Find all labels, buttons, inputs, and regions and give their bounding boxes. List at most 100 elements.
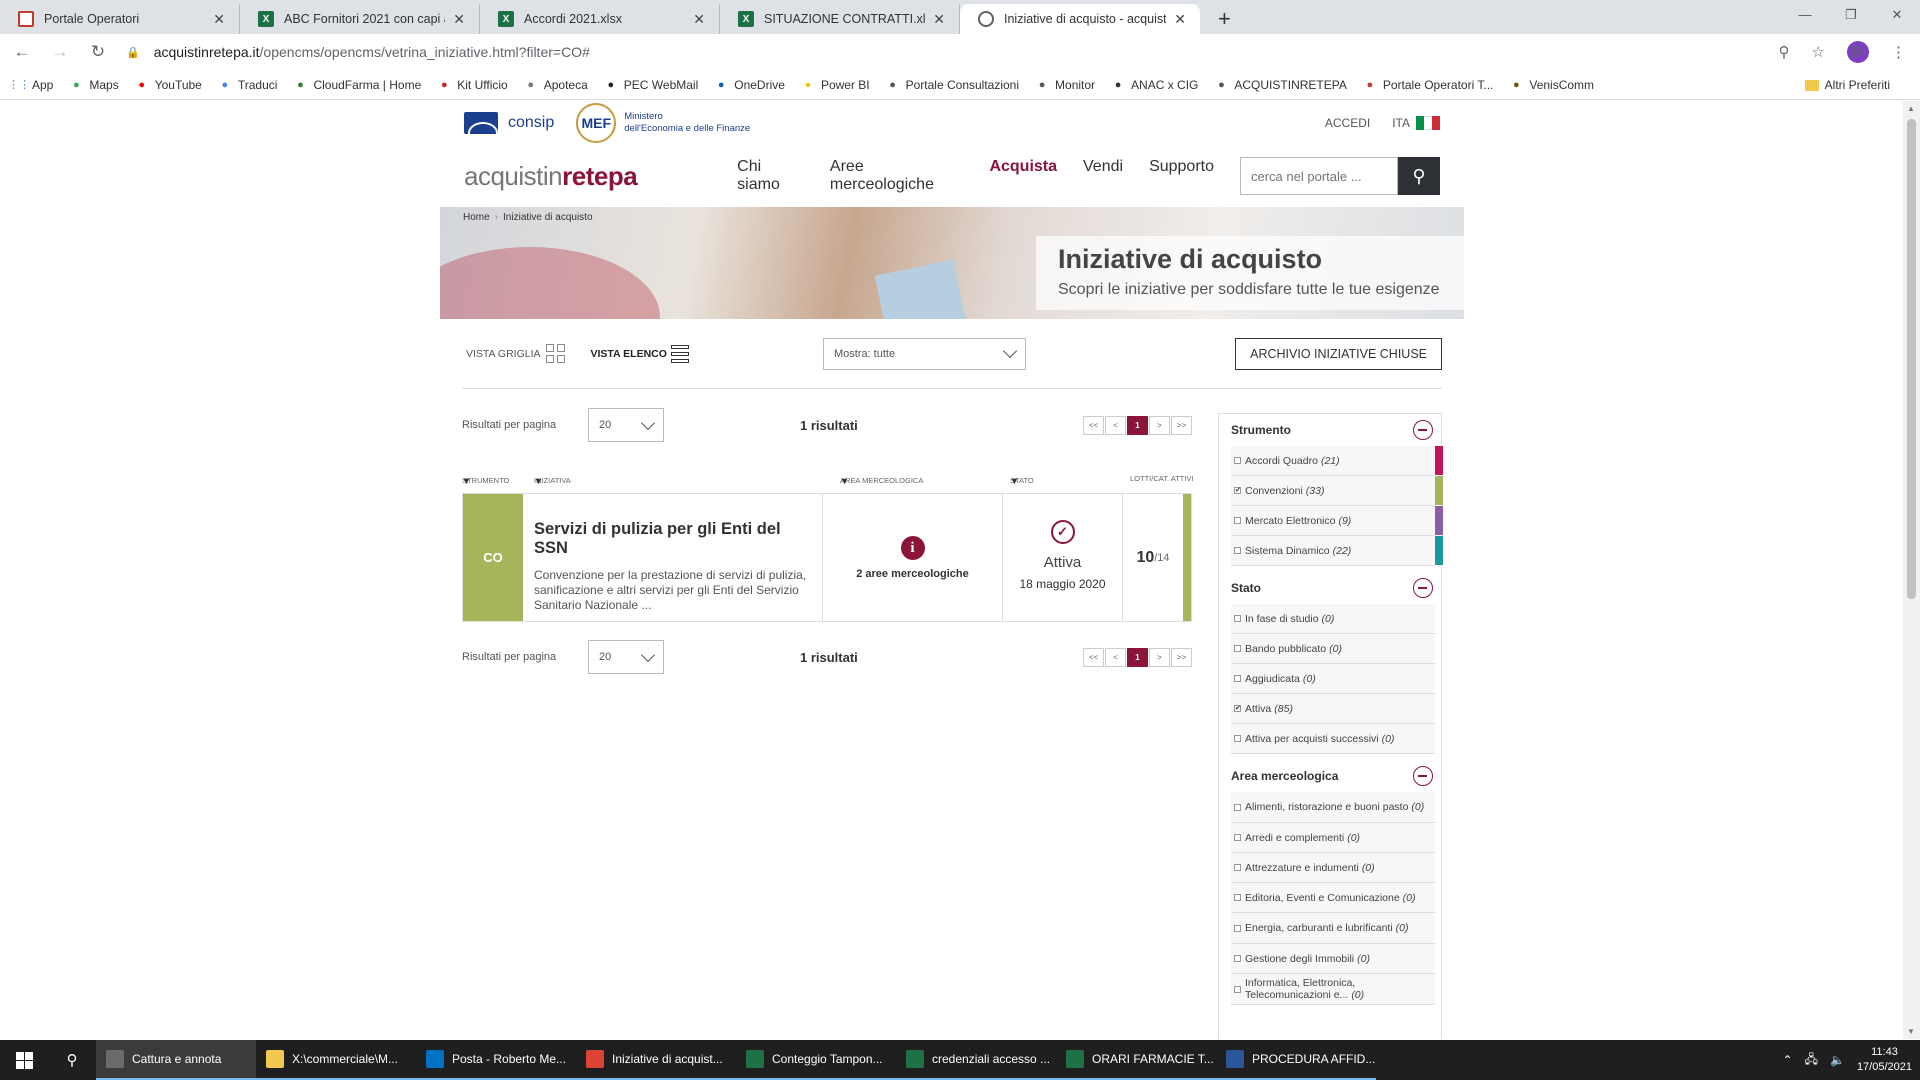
filter-option[interactable]: Arredi e complementi (0) (1231, 823, 1435, 853)
filter-checkbox[interactable] (1234, 457, 1241, 464)
pagination-button[interactable]: >> (1171, 647, 1192, 667)
bookmark-item[interactable]: ● CloudFarma | Home (293, 78, 421, 92)
filter-checkbox[interactable] (1234, 547, 1241, 554)
results-per-page-select[interactable]: 20 (588, 640, 664, 674)
filter-option[interactable]: Sistema Dinamico (22) (1231, 536, 1443, 566)
tray-expand-icon[interactable]: ⌃ (1783, 1053, 1793, 1067)
browser-tab[interactable]: Portale Operatori ✕ (0, 4, 240, 34)
collapse-icon[interactable] (1413, 578, 1433, 598)
bookmark-item[interactable]: ● Traduci (218, 78, 278, 92)
filter-section-stato[interactable]: Stato (1231, 572, 1433, 604)
filter-option[interactable]: ✔ Convenzioni (33) (1231, 476, 1443, 506)
bookmark-item[interactable]: ● PEC WebMail (604, 78, 698, 92)
filter-section-strumento[interactable]: Strumento (1231, 414, 1433, 446)
reload-button[interactable]: ↻ (82, 42, 114, 62)
taskbar-app[interactable]: credenziali accesso ... (896, 1040, 1056, 1080)
filter-option[interactable]: Energia, carburanti e lubrificanti (0) (1231, 913, 1435, 944)
pagination-button[interactable]: < (1105, 647, 1126, 667)
collapse-icon[interactable] (1413, 420, 1433, 440)
new-tab-button[interactable]: + (1210, 4, 1239, 34)
back-button[interactable]: ← (6, 42, 38, 62)
taskbar-app[interactable]: Conteggio Tampon... (736, 1040, 896, 1080)
bookmark-item[interactable]: ● ANAC x CIG (1111, 78, 1199, 92)
pagination-button[interactable]: << (1083, 647, 1104, 667)
browser-tab[interactable]: X ABC Fornitori 2021 con capi area ✕ (240, 4, 480, 34)
address-bar[interactable]: 🔒 acquistinretepa.it/opencms/opencms/vet… (126, 38, 1757, 66)
closed-initiatives-archive-button[interactable]: ARCHIVIO INIZIATIVE CHIUSE (1235, 337, 1442, 370)
filter-checkbox[interactable]: ✔ (1234, 705, 1241, 712)
nav-item[interactable]: Aree merceologiche (830, 158, 964, 194)
pagination-button[interactable]: 1 (1127, 647, 1148, 667)
breadcrumb-home[interactable]: Home (463, 212, 490, 223)
show-filter-select[interactable]: Mostra: tutte (822, 337, 1026, 370)
filter-checkbox[interactable] (1234, 985, 1241, 993)
browser-tab[interactable]: X SITUAZIONE CONTRATTI.xlsx ✕ (720, 4, 960, 34)
taskbar-app[interactable]: ORARI FARMACIE T... (1056, 1040, 1216, 1080)
filter-checkbox[interactable] (1234, 864, 1241, 871)
browser-tab[interactable]: X Accordi 2021.xlsx ✕ (480, 4, 720, 34)
filter-checkbox[interactable] (1234, 803, 1241, 811)
table-row[interactable]: CO Servizi di pulizia per gli Enti del S… (462, 493, 1192, 622)
initiative-title[interactable]: Servizi di pulizia per gli Enti del SSN (534, 520, 810, 558)
filter-option[interactable]: Mercato Elettronico (9) (1231, 506, 1443, 536)
bookmark-item[interactable]: ● OneDrive (714, 78, 785, 92)
bookmark-item[interactable]: ● Portale Operatori T... (1363, 78, 1494, 92)
filter-checkbox[interactable] (1234, 894, 1241, 901)
taskbar-app[interactable]: Cattura e annota (96, 1040, 256, 1080)
collapse-icon[interactable] (1413, 766, 1433, 786)
grid-view-toggle[interactable]: VISTA GRIGLIA (466, 344, 565, 363)
taskbar-app[interactable]: X:\commerciale\M... (256, 1040, 416, 1080)
scrollbar-thumb[interactable] (1907, 119, 1916, 599)
scroll-down-icon[interactable]: ▼ (1907, 1027, 1915, 1036)
zoom-icon[interactable]: ⚲ (1779, 43, 1790, 61)
pagination-button[interactable]: > (1149, 415, 1170, 435)
search-button[interactable]: ⚲ (1398, 157, 1440, 195)
taskbar-app[interactable]: Posta - Roberto Me... (416, 1040, 576, 1080)
filter-checkbox[interactable] (1234, 615, 1241, 622)
filter-checkbox[interactable]: ✔ (1234, 487, 1241, 494)
filter-checkbox[interactable] (1234, 924, 1241, 932)
acquistinretepa-logo[interactable]: acquistinretepa (464, 161, 638, 192)
page-scrollbar[interactable]: ▲ ▼ (1903, 101, 1920, 1039)
nav-item[interactable]: Supporto (1149, 158, 1214, 194)
browser-tab[interactable]: Iniziative di acquisto - acquistinretepa… (960, 4, 1200, 34)
bookmark-item[interactable]: ● Power BI (801, 78, 870, 92)
nav-item[interactable]: Acquista (989, 158, 1057, 194)
taskbar-search-icon[interactable]: ⚲ (48, 1051, 96, 1069)
filter-option[interactable]: Alimenti, ristorazione e buoni pasto (0) (1231, 792, 1435, 823)
filter-checkbox[interactable] (1234, 955, 1241, 962)
lock-icon[interactable]: 🔒 (126, 46, 140, 59)
filter-option[interactable]: Bando pubblicato (0) (1231, 634, 1435, 664)
login-link[interactable]: ACCEDI (1325, 116, 1370, 130)
filter-option[interactable]: In fase di studio (0) (1231, 604, 1435, 634)
pagination-button[interactable]: 1 (1127, 415, 1148, 435)
search-input[interactable] (1240, 157, 1398, 195)
volume-icon[interactable]: 🔈 (1830, 1053, 1845, 1067)
filter-checkbox[interactable] (1234, 645, 1241, 652)
filter-option[interactable]: Aggiudicata (0) (1231, 664, 1435, 694)
profile-avatar[interactable]: R (1847, 41, 1869, 63)
bookmark-item[interactable]: ● VenisComm (1509, 78, 1594, 92)
start-button[interactable] (0, 1040, 48, 1080)
pagination-button[interactable]: > (1149, 647, 1170, 667)
filter-option[interactable]: Informatica, Elettronica, Telecomunicazi… (1231, 974, 1435, 1005)
bookmark-item[interactable]: ● Portale Consultazioni (886, 78, 1019, 92)
taskbar-app[interactable]: PROCEDURA AFFID... (1216, 1040, 1376, 1080)
bookmark-item[interactable]: ● Apoteca (524, 78, 587, 92)
close-icon[interactable]: ✕ (693, 11, 705, 28)
close-icon[interactable]: ✕ (453, 11, 465, 28)
bookmark-item[interactable]: ● ACQUISTINRETEPA (1214, 78, 1347, 92)
forward-button[interactable]: → (44, 42, 76, 62)
filter-section-area[interactable]: Area merceologica (1231, 760, 1433, 792)
network-icon[interactable]: 🖧 (1805, 1050, 1818, 1071)
bookmark-item[interactable]: ● YouTube (135, 78, 201, 92)
scroll-up-icon[interactable]: ▲ (1907, 104, 1915, 113)
filter-option[interactable]: Gestione degli Immobili (0) (1231, 944, 1435, 974)
pagination-button[interactable]: >> (1171, 415, 1192, 435)
info-icon[interactable]: i (900, 536, 925, 560)
taskbar-app[interactable]: Iniziative di acquist... (576, 1040, 736, 1080)
results-per-page-select[interactable]: 20 (588, 408, 664, 442)
filter-option[interactable]: Accordi Quadro (21) (1231, 446, 1443, 476)
close-icon[interactable]: ✕ (933, 11, 945, 28)
bookmark-item[interactable]: ● Kit Ufficio (437, 78, 508, 92)
